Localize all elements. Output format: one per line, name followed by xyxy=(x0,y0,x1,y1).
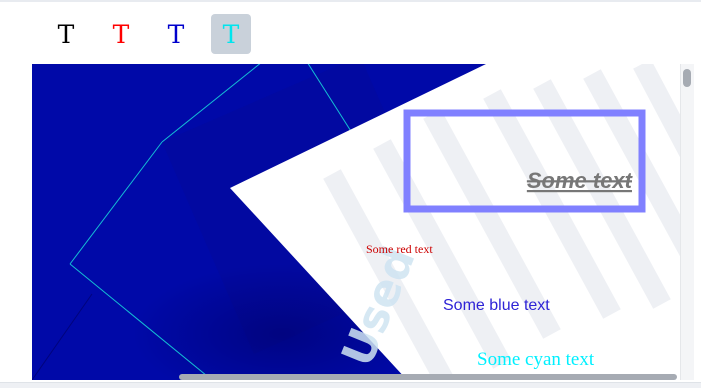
canvas-drawing: Used Some text Some red text Some blue t… xyxy=(32,64,694,380)
drawing-canvas[interactable]: Used Some text Some red text Some blue t… xyxy=(32,64,694,380)
horizontal-scrollbar-thumb[interactable] xyxy=(179,374,677,380)
vertical-scrollbar-thumb[interactable] xyxy=(683,69,691,87)
blue-text[interactable]: Some blue text xyxy=(443,297,550,314)
text-color-toolbar: T T T T xyxy=(0,3,701,61)
grey-text[interactable]: Some text xyxy=(527,168,634,193)
bottom-border xyxy=(0,382,701,388)
text-color-black-button[interactable]: T xyxy=(46,14,86,54)
text-color-cyan-button[interactable]: T xyxy=(211,14,251,54)
text-color-blue-button[interactable]: T xyxy=(156,14,196,54)
red-text[interactable]: Some red text xyxy=(366,242,433,256)
top-border xyxy=(0,0,701,2)
cyan-text[interactable]: Some cyan text xyxy=(477,349,595,370)
horizontal-scrollbar[interactable] xyxy=(32,372,680,382)
vertical-scrollbar[interactable] xyxy=(680,64,694,380)
text-color-red-button[interactable]: T xyxy=(101,14,141,54)
